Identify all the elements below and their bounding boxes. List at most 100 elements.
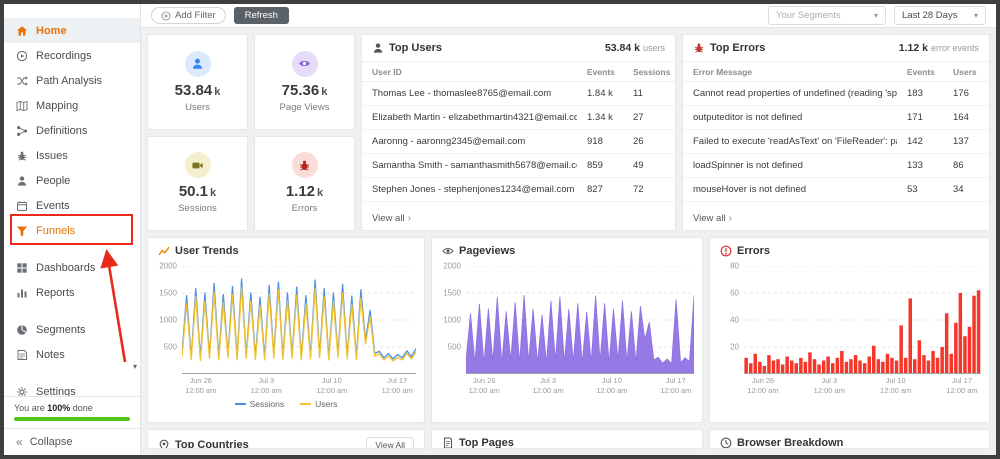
bug-icon bbox=[291, 152, 318, 179]
sidebar-item-home[interactable]: Home bbox=[4, 18, 140, 43]
stat-value: 1.12 k bbox=[285, 183, 324, 201]
chart-legend: Sessions Users bbox=[148, 396, 424, 411]
table-row[interactable]: Aaronng - aaronng2345@email.com 918 26 bbox=[362, 129, 675, 154]
x-tick-label: Jun 26 12:00 am bbox=[747, 376, 779, 396]
x-tick-label: Jul 17 12:00 am bbox=[381, 376, 413, 396]
y-tick-label: 20 bbox=[730, 342, 739, 352]
main-area: Add Filter Refresh Your Segments ▾ Last 2… bbox=[141, 4, 996, 455]
column-header: User ID bbox=[362, 62, 577, 82]
app-frame: Home Recordings Path Analysis Mapping De… bbox=[4, 4, 996, 455]
y-tick-label: 1000 bbox=[443, 315, 461, 325]
sidebar-item-label: Home bbox=[36, 24, 67, 37]
table-row[interactable]: Failed to execute 'readAsText' on 'FileR… bbox=[683, 129, 989, 154]
table-row[interactable]: loadSpinner is not defined 133 86 bbox=[683, 153, 989, 178]
table-row[interactable]: Cannot read properties of undefined (rea… bbox=[683, 81, 989, 106]
error-alert-icon bbox=[720, 245, 732, 257]
sidebar-item-recordings[interactable]: Recordings bbox=[4, 43, 140, 68]
calendar-icon bbox=[16, 200, 28, 212]
collapse-label: Collapse bbox=[29, 436, 73, 448]
sidebar-item-funnels[interactable]: Funnels bbox=[4, 218, 140, 243]
date-range-select[interactable]: Last 28 Days ▾ bbox=[894, 6, 986, 25]
y-tick-label: 40 bbox=[730, 315, 739, 325]
sidebar-item-label: Path Analysis bbox=[36, 74, 103, 87]
column-header: Users bbox=[943, 62, 989, 82]
refresh-button[interactable]: Refresh bbox=[233, 7, 289, 24]
errors-chart-card: Errors 80 60 40 20 Jun 26 12:00 am Jul 3 12:00… bbox=[709, 237, 990, 423]
sidebar-item-label: Issues bbox=[36, 149, 68, 162]
segments-icon bbox=[16, 324, 28, 336]
sidebar-item-path-analysis[interactable]: Path Analysis bbox=[4, 68, 140, 93]
legend-label: Users bbox=[315, 398, 338, 409]
onboarding-progress: You are 100% done bbox=[4, 396, 140, 428]
errors-plot bbox=[744, 266, 981, 374]
sidebar-item-dashboards[interactable]: Dashboards bbox=[4, 255, 140, 280]
top-errors-panel: Top Errors 1.12 k error events Error Mess… bbox=[682, 34, 990, 231]
top-users-header: Top Users 53.84 k users bbox=[362, 35, 675, 62]
stat-card-users[interactable]: 53.84 k Users bbox=[147, 34, 248, 130]
top-users-table: User ID Events Sessions Thomas Lee - tho… bbox=[362, 62, 675, 202]
sidebar-item-label: Settings bbox=[36, 385, 76, 397]
add-filter-button[interactable]: Add Filter bbox=[151, 7, 226, 24]
bug-icon bbox=[16, 150, 28, 162]
sidebar-scroll-down-icon[interactable]: ▾ bbox=[133, 362, 137, 371]
x-tick-label: Jul 3 12:00 am bbox=[250, 376, 282, 396]
table-row[interactable]: Samantha Smith - samanthasmith5678@email… bbox=[362, 153, 675, 178]
stat-value: 53.84 k bbox=[174, 81, 221, 99]
location-pin-icon bbox=[158, 439, 170, 448]
stat-card-errors[interactable]: 1.12 k Errors bbox=[254, 135, 355, 231]
sidebar-item-label: Mapping bbox=[36, 99, 79, 112]
y-axis-labels: 80 60 40 20 bbox=[718, 262, 744, 374]
table-row[interactable]: outputeditor is not defined 171 164 bbox=[683, 105, 989, 130]
top-users-view-all-link[interactable]: View all › bbox=[362, 207, 675, 230]
stat-card-page-views[interactable]: 75.36 k Page Views bbox=[254, 34, 355, 130]
progress-bar-fill bbox=[14, 417, 130, 421]
y-axis-labels: 2000 1500 1000 500 bbox=[156, 262, 182, 374]
table-row[interactable]: Elizabeth Martin - elizabethmartin4321@e… bbox=[362, 105, 675, 130]
legend-swatch bbox=[300, 402, 312, 405]
sidebar: Home Recordings Path Analysis Mapping De… bbox=[4, 4, 141, 455]
sidebar-item-issues[interactable]: Issues bbox=[4, 143, 140, 168]
panel-title: User Trends bbox=[175, 245, 239, 257]
table-row[interactable]: Stephen Jones - stephenjones1234@email.c… bbox=[362, 177, 675, 202]
chevron-right-icon: › bbox=[407, 213, 411, 224]
panel-title: Top Errors bbox=[710, 42, 766, 54]
sidebar-item-events[interactable]: Events bbox=[4, 193, 140, 218]
dashboards-icon bbox=[16, 262, 28, 274]
legend-item[interactable]: Sessions bbox=[234, 398, 285, 409]
sidebar-item-label: People bbox=[36, 174, 71, 187]
chevron-down-icon: ▾ bbox=[873, 11, 878, 20]
sidebar-item-reports[interactable]: Reports bbox=[4, 280, 140, 305]
top-pages-panel: Top Pages bbox=[431, 429, 703, 449]
y-tick-label: 500 bbox=[163, 342, 177, 352]
sidebar-item-mapping[interactable]: Mapping bbox=[4, 93, 140, 118]
panel-title: Browser Breakdown bbox=[737, 437, 844, 449]
sidebar-item-settings[interactable]: Settings bbox=[4, 379, 140, 396]
pageviews-chart-card: Pageviews 2000 1500 1000 500 Jun 26 12:00 am… bbox=[431, 237, 703, 423]
sidebar-item-people[interactable]: People bbox=[4, 168, 140, 193]
browser-breakdown-panel: Browser Breakdown bbox=[709, 429, 990, 449]
top-errors-view-all-link[interactable]: View all › bbox=[683, 207, 989, 230]
sidebar-item-label: Funnels bbox=[36, 224, 76, 237]
progress-text: You are 100% done bbox=[14, 403, 93, 413]
pageviews-header: Pageviews bbox=[432, 238, 702, 264]
segments-select[interactable]: Your Segments ▾ bbox=[768, 6, 886, 25]
collapse-button[interactable]: « Collapse bbox=[4, 428, 140, 455]
sidebar-item-notes[interactable]: Notes bbox=[4, 342, 140, 367]
panel-title: Pageviews bbox=[459, 245, 516, 257]
sidebar-item-label: Recordings bbox=[36, 49, 92, 62]
sidebar-item-definitions[interactable]: Definitions bbox=[4, 118, 140, 143]
stat-card-sessions[interactable]: 50.1 k Sessions bbox=[147, 135, 248, 231]
stat-label: Page Views bbox=[279, 101, 330, 113]
table-row[interactable]: Thomas Lee - thomaslee8765@email.com 1.84… bbox=[362, 81, 675, 106]
top-countries-view-all-button[interactable]: View All bbox=[366, 437, 414, 448]
legend-label: Sessions bbox=[249, 398, 285, 409]
table-row[interactable]: mouseHover is not defined 53 34 bbox=[683, 177, 989, 202]
sidebar-item-segments[interactable]: Segments bbox=[4, 317, 140, 342]
y-tick-label: 500 bbox=[447, 342, 461, 352]
analytics-dashboard: { "colors": { "accent_orange": "#e8710a"… bbox=[0, 0, 1000, 459]
legend-item[interactable]: Users bbox=[300, 399, 337, 409]
x-tick-label: Jun 26 12:00 am bbox=[185, 376, 217, 396]
sidebar-item-label: Definitions bbox=[36, 124, 88, 137]
x-axis-labels: Jun 26 12:00 am Jul 3 12:00 am Jul 10 12:00 a… bbox=[744, 376, 981, 396]
eye-icon bbox=[291, 50, 318, 77]
